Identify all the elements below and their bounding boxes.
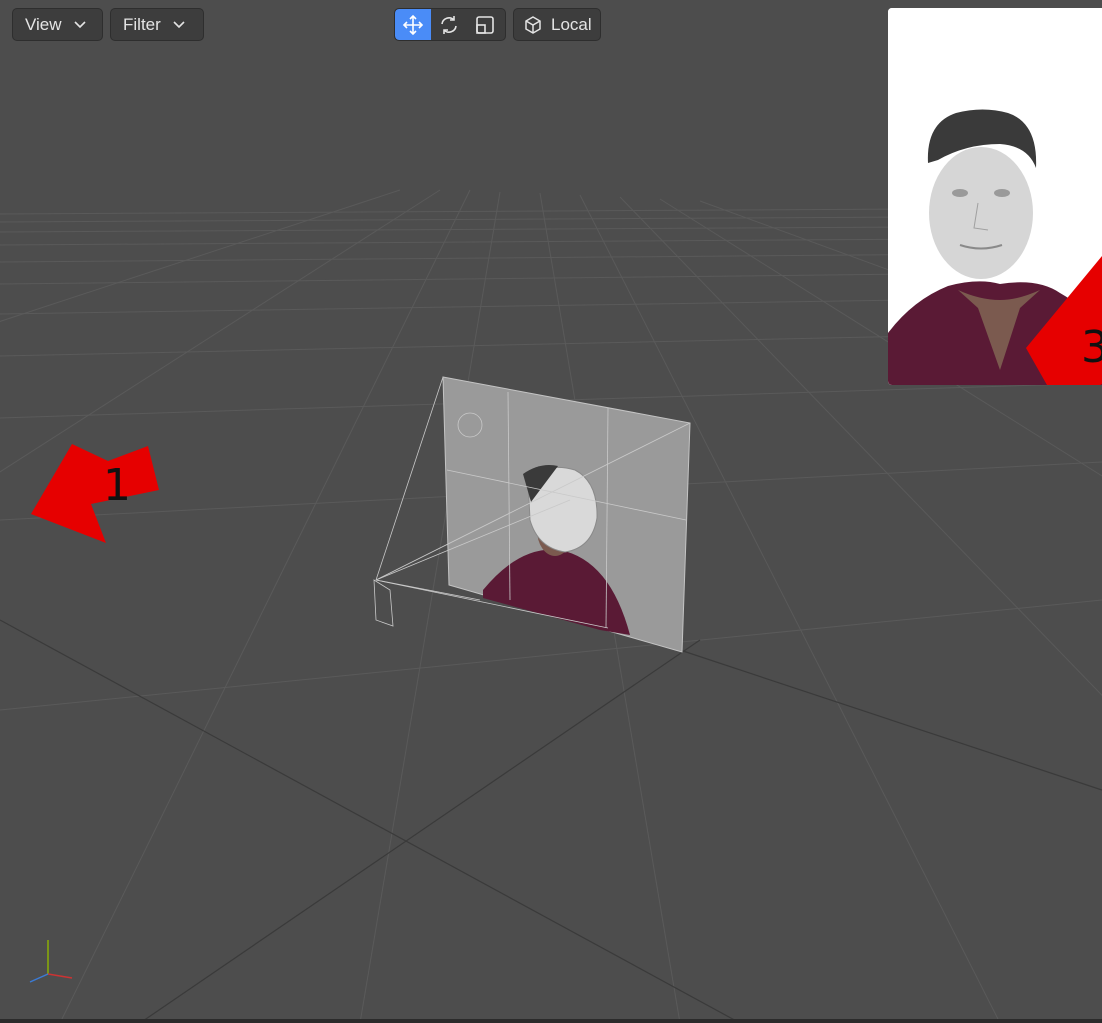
camera-preview-panel[interactable]: [888, 8, 1102, 385]
filter-dropdown-label: Filter: [123, 14, 161, 34]
transform-tools: [394, 8, 506, 41]
scale-tool-button[interactable]: [467, 9, 503, 40]
chevron-down-icon: [73, 20, 86, 29]
local-space-toggle[interactable]: Local: [513, 8, 601, 41]
annotation-arrow-3-label: 3: [1081, 322, 1102, 373]
filter-dropdown[interactable]: Filter: [110, 8, 204, 41]
local-space-label: Local: [551, 14, 592, 34]
axis-gizmo: [29, 940, 73, 983]
rotate-icon: [441, 15, 457, 34]
scale-icon: [476, 15, 494, 34]
move-tool-button[interactable]: [395, 9, 431, 40]
rotate-tool-button[interactable]: [431, 9, 467, 40]
view-dropdown[interactable]: View: [12, 8, 103, 41]
annotation-arrow-1-label: 1: [103, 460, 131, 511]
chevron-down-icon: [173, 20, 185, 29]
cube-icon: [523, 15, 543, 35]
move-icon: [402, 14, 424, 35]
annotation-arrow-1: [31, 444, 159, 543]
preview-image: [888, 8, 1102, 385]
preview-face-mesh: [929, 147, 1033, 279]
view-dropdown-label: View: [25, 14, 62, 34]
viewport-bottom-border: [0, 1019, 1102, 1023]
